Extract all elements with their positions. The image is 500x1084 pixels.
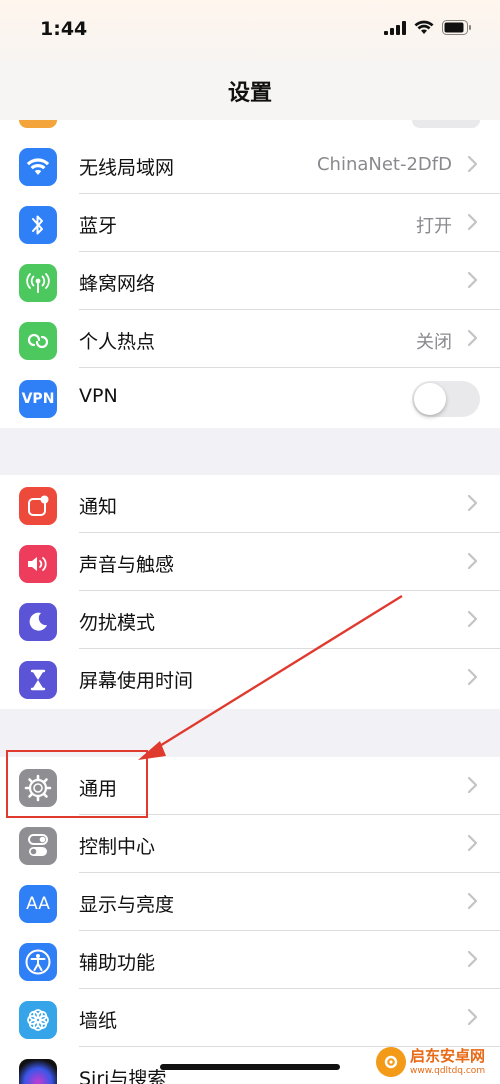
row-hotspot[interactable]: 个人热点 关闭: [0, 310, 500, 368]
bluetooth-status: 打开: [416, 216, 452, 237]
notifications-icon: [19, 487, 57, 525]
row-label: 声音与触感: [79, 554, 175, 576]
row-label: 屏幕使用时间: [79, 670, 194, 692]
chevron-right-icon: [467, 776, 478, 794]
accessibility-icon: [19, 943, 57, 981]
row-label: 勿扰模式: [79, 612, 156, 634]
row-wallpaper[interactable]: 墙纸: [0, 989, 500, 1047]
cellular-icon: [19, 264, 57, 302]
row-cellular[interactable]: 蜂窝网络: [0, 252, 500, 310]
hourglass-icon: [19, 661, 57, 699]
chevron-right-icon: [467, 155, 478, 173]
watermark-logo-icon: [376, 1047, 406, 1077]
watermark-url: www.qdltdq.com: [410, 1065, 486, 1076]
row-wifi[interactable]: 无线局域网 ChinaNet-2DfD: [0, 136, 500, 194]
annotation-highlight-box: [6, 750, 148, 818]
chevron-right-icon: [467, 552, 478, 570]
home-indicator: [160, 1064, 340, 1070]
control-center-icon: [19, 827, 57, 865]
row-label: 蜂窝网络: [79, 273, 156, 295]
bluetooth-icon: [19, 206, 57, 244]
chevron-right-icon: [467, 892, 478, 910]
chevron-right-icon: [467, 610, 478, 628]
row-label: 无线局域网: [79, 157, 175, 179]
row-label: VPN: [79, 385, 118, 407]
partial-toggle: [412, 120, 480, 128]
wifi-icon: [19, 148, 57, 186]
status-time: 1:44: [40, 18, 88, 40]
display-icon: AA: [19, 885, 57, 923]
vpn-toggle[interactable]: [412, 381, 480, 417]
display-icon-text: AA: [26, 894, 50, 914]
row-control-center[interactable]: 控制中心: [0, 815, 500, 873]
watermark-title: 启东安卓网: [410, 1046, 486, 1065]
wallpaper-icon: [19, 1001, 57, 1039]
wifi-network-name: ChinaNet-2DfD: [316, 154, 452, 175]
settings-group-notifications: 通知 声音与触感 勿扰模式 屏幕使用时间: [0, 475, 500, 709]
chevron-right-icon: [467, 1008, 478, 1026]
status-icons: [384, 20, 472, 35]
row-bluetooth[interactable]: 蓝牙 打开: [0, 194, 500, 252]
row-label: Siri与搜索: [79, 1068, 167, 1084]
watermark: 启东安卓网 www.qdltdq.com: [376, 1044, 496, 1080]
chevron-right-icon: [467, 494, 478, 512]
nav-bar: 设置: [0, 62, 500, 120]
page-title: 设置: [227, 81, 272, 106]
row-screen-time[interactable]: 屏幕使用时间: [0, 649, 500, 707]
siri-icon: [19, 1059, 57, 1084]
hotspot-status: 关闭: [416, 332, 452, 353]
chevron-right-icon: [467, 950, 478, 968]
row-label: 显示与亮度: [79, 894, 175, 916]
sound-icon: [19, 545, 57, 583]
row-label: 墙纸: [79, 1010, 118, 1032]
row-sounds[interactable]: 声音与触感: [0, 533, 500, 591]
wifi-status-icon: [414, 20, 434, 34]
scrolled-row-remnant: [0, 120, 500, 136]
vpn-icon: VPN: [19, 380, 57, 418]
chevron-right-icon: [467, 668, 478, 686]
partial-icon: [19, 120, 57, 128]
status-bar: 1:44: [0, 0, 500, 62]
hotspot-icon: [19, 322, 57, 360]
chevron-right-icon: [467, 271, 478, 289]
vpn-icon-text: VPN: [21, 391, 55, 407]
row-label: 通知: [79, 496, 118, 518]
row-do-not-disturb[interactable]: 勿扰模式: [0, 591, 500, 649]
chevron-right-icon: [467, 329, 478, 347]
row-label: 控制中心: [79, 836, 156, 858]
row-display-brightness[interactable]: AA 显示与亮度: [0, 873, 500, 931]
moon-icon: [19, 603, 57, 641]
row-label: 蓝牙: [79, 215, 118, 237]
row-notifications[interactable]: 通知: [0, 475, 500, 533]
settings-group-connectivity: 无线局域网 ChinaNet-2DfD 蓝牙 打开 蜂窝网络 个人热点 关闭 V…: [0, 136, 500, 428]
row-vpn[interactable]: VPN VPN: [0, 368, 500, 426]
row-label: 个人热点: [79, 331, 156, 353]
row-accessibility[interactable]: 辅助功能: [0, 931, 500, 989]
chevron-right-icon: [467, 213, 478, 231]
row-label: 辅助功能: [79, 952, 156, 974]
battery-icon: [442, 20, 471, 35]
signal-icon: [384, 20, 406, 35]
chevron-right-icon: [467, 834, 478, 852]
